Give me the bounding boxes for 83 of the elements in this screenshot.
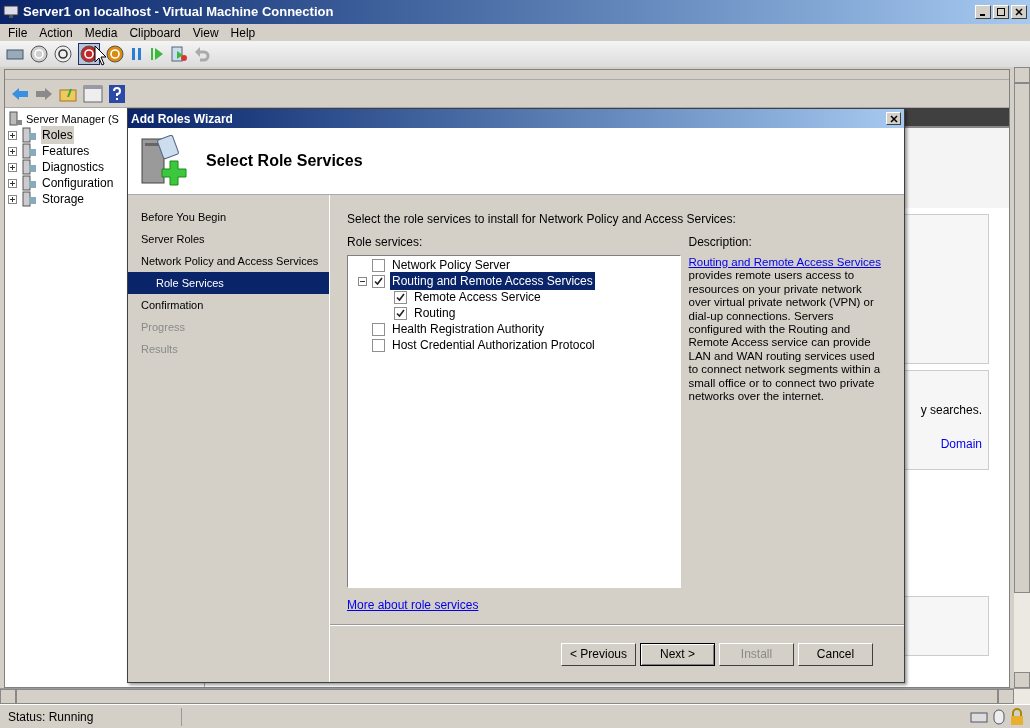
description-link[interactable]: Routing and Remote Access Services xyxy=(688,256,881,268)
menu-item[interactable]: Clipboard xyxy=(123,23,187,42)
collapse-toggle[interactable] xyxy=(358,276,367,286)
page-heading: Select Role Services xyxy=(206,151,363,171)
keyboard-icon[interactable] xyxy=(6,46,24,62)
tree-item[interactable]: Configuration xyxy=(41,174,115,192)
role-service-label[interactable]: Routing and Remote Access Services xyxy=(390,272,595,290)
plus-icon xyxy=(9,147,16,155)
expand-toggle[interactable] xyxy=(8,178,17,188)
wizard-step[interactable]: Role Services xyxy=(128,272,329,294)
snapshot-icon[interactable] xyxy=(170,45,188,63)
checkbox[interactable] xyxy=(394,306,407,320)
keyboard-icon xyxy=(970,709,988,724)
search-note: y searches. xyxy=(920,402,982,419)
menu-item[interactable]: Media xyxy=(78,23,124,42)
checkbox[interactable] xyxy=(372,322,385,336)
expand-toggle[interactable] xyxy=(8,162,17,172)
tree-node-icon xyxy=(21,191,37,207)
description-text: Routing and Remote Access Services provides remote users access to resources on your private network over virtual private network (VPN) or dial-up connections. Servers configured with the Routing and Remote Access service can provide LAN and WAN routing services used to connect network segments within a small office or to connect two private networks over the internet. xyxy=(688,256,882,404)
lock-icon xyxy=(1010,707,1024,726)
menu-item[interactable]: Action xyxy=(33,23,79,42)
tree-item[interactable]: Storage xyxy=(41,190,86,208)
tree-item[interactable]: Roles xyxy=(41,126,74,144)
power-off-icon[interactable] xyxy=(30,45,48,63)
wizard-step[interactable]: Network Policy and Access Services xyxy=(128,250,329,272)
plus-icon xyxy=(9,131,16,139)
expand-toggle[interactable] xyxy=(8,194,17,204)
role-service-label[interactable]: Routing xyxy=(412,304,458,322)
status-text: Status: Running xyxy=(0,707,182,726)
power-icon[interactable] xyxy=(106,45,124,63)
tree-item[interactable]: Features xyxy=(41,142,91,160)
tree-item[interactable]: Server Manager (S xyxy=(26,110,119,128)
menu-item[interactable]: File xyxy=(2,23,34,42)
tree-node-icon xyxy=(21,127,37,143)
checkbox[interactable] xyxy=(394,290,407,304)
minimize-button[interactable] xyxy=(975,5,991,19)
menu-item[interactable]: View xyxy=(186,23,225,42)
checkbox[interactable] xyxy=(372,258,385,272)
tree-node-icon xyxy=(21,159,37,175)
plus-icon xyxy=(9,195,16,203)
close-button[interactable] xyxy=(1011,5,1027,19)
description-label: Description: xyxy=(688,234,753,251)
vertical-scrollbar[interactable] xyxy=(1014,67,1030,688)
close-button[interactable] xyxy=(886,112,901,125)
instruction-text: Select the role services to install for Network Policy and Access Services: xyxy=(347,211,737,228)
tree-item[interactable]: Diagnostics xyxy=(41,158,106,176)
role-service-label[interactable]: Remote Access Service xyxy=(412,288,543,306)
cursor-icon xyxy=(94,45,108,67)
plus-icon xyxy=(9,179,16,187)
dialog-title: Add Roles Wizard xyxy=(131,110,233,128)
menu-item[interactable]: Help xyxy=(224,23,262,42)
pause-icon[interactable] xyxy=(130,46,144,62)
wizard-button[interactable]: < Previous xyxy=(561,642,636,666)
role-service-label[interactable]: Health Registration Authority xyxy=(390,320,547,338)
tree-node-icon xyxy=(21,175,37,191)
mouse-icon xyxy=(992,707,1006,726)
server-icon xyxy=(7,111,23,127)
wizard-step[interactable]: Before You Begin xyxy=(128,206,329,228)
wizard-button[interactable]: Cancel xyxy=(798,642,873,666)
server-add-icon xyxy=(140,135,190,187)
maximize-button[interactable] xyxy=(993,5,1009,19)
close-icon xyxy=(1015,8,1023,16)
wizard-button[interactable]: Next > xyxy=(640,642,715,666)
role-services-label: Role services: xyxy=(347,234,424,251)
wizard-step[interactable]: Confirmation xyxy=(128,294,329,316)
horizontal-scrollbar[interactable] xyxy=(0,688,1030,704)
checkbox[interactable] xyxy=(372,338,385,352)
domain-link[interactable]: Domain xyxy=(940,435,982,453)
stop-icon[interactable] xyxy=(54,45,72,63)
window-title: Server1 on localhost - Virtual Machine Connection xyxy=(23,3,334,22)
role-service-label[interactable]: Network Policy Server xyxy=(390,256,513,274)
role-service-label[interactable]: Host Credential Authorization Protocol xyxy=(390,336,597,354)
help-icon[interactable] xyxy=(109,84,125,103)
tree-node-icon xyxy=(21,143,37,159)
wizard-step[interactable]: Server Roles xyxy=(128,228,329,250)
monitor-icon xyxy=(3,4,19,20)
checkbox[interactable] xyxy=(372,274,385,288)
close-icon xyxy=(889,114,898,123)
plus-icon xyxy=(9,163,16,171)
expand-toggle[interactable] xyxy=(8,130,17,140)
expand-toggle[interactable] xyxy=(8,146,17,156)
more-info-link[interactable]: More about role services xyxy=(347,596,681,614)
maximize-icon xyxy=(997,8,1005,16)
